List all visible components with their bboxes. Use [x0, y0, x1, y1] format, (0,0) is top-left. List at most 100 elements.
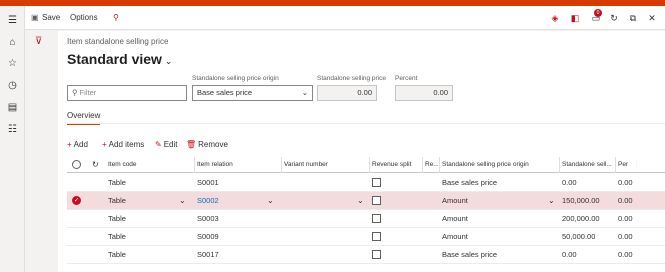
cell-item-relation[interactable]: S0003: [194, 210, 219, 227]
select-all-radio[interactable]: [72, 160, 81, 169]
search-icon: ⚲: [72, 88, 80, 97]
page-title: Standard view: [67, 51, 162, 67]
chevron-down-icon: ⌄: [301, 88, 308, 97]
filter-input[interactable]: ⚲ Filter: [67, 85, 187, 101]
workspaces-icon[interactable]: ▤: [7, 102, 18, 113]
table-row[interactable]: Table S0003 Amount 200,000.00 0.00: [67, 210, 665, 228]
cell-item-relation[interactable]: S0017: [194, 246, 219, 263]
breadcrumb: Item standalone selling price: [67, 37, 169, 46]
grid-header: ↻ Item code Item relation Variant number…: [67, 157, 665, 173]
open-new-window-icon[interactable]: ⧉: [628, 13, 638, 23]
cell-item-code[interactable]: Table: [105, 210, 126, 227]
col-origin[interactable]: Standalone selling price origin: [439, 157, 559, 172]
chevron-down-icon[interactable]: ⌄: [357, 192, 364, 210]
cell-percent[interactable]: 0.00: [615, 228, 633, 245]
cell-percent[interactable]: 0.00: [615, 246, 633, 263]
save-button[interactable]: Save: [42, 12, 60, 24]
percent-label: Percent: [395, 75, 418, 82]
revenue-split-checkbox[interactable]: [372, 178, 381, 187]
col-item-relation[interactable]: Item relation: [194, 157, 281, 172]
add-items-button[interactable]: + Add items: [102, 139, 144, 151]
revenue-split-checkbox[interactable]: [372, 196, 381, 205]
cell-variant[interactable]: [281, 210, 284, 227]
chevron-down-icon: ⌄: [164, 56, 173, 66]
table-row-selected[interactable]: ✓ Table ⌄ S0002 ⌄ ⌄ Amount ⌄ 150,000.00 …: [67, 192, 665, 210]
cell-item-code[interactable]: Table: [105, 174, 126, 191]
options-button[interactable]: Options: [70, 12, 98, 24]
notification-count: 0: [594, 9, 602, 17]
cell-item-relation[interactable]: S0009: [194, 228, 219, 245]
left-navigation: ☰ ⌂ ☆ ◷ ▤ ☷: [0, 6, 25, 272]
cell-item-code[interactable]: Table: [105, 228, 126, 245]
power-apps-icon[interactable]: ◈: [550, 13, 560, 23]
cell-origin[interactable]: Amount: [439, 228, 468, 245]
add-button[interactable]: + Add: [67, 139, 88, 151]
close-icon[interactable]: ✕: [647, 13, 657, 23]
cell-variant[interactable]: [281, 246, 284, 263]
revenue-split-checkbox[interactable]: [372, 250, 381, 259]
price-grid: ↻ Item code Item relation Variant number…: [67, 157, 665, 272]
action-pane: ▣ Save Options ⚲ ◈ ◧ 0 ▭ ↻ ⧉ ✕: [25, 6, 665, 30]
cell-percent[interactable]: 0.00: [615, 174, 633, 191]
home-icon[interactable]: ⌂: [7, 37, 18, 48]
cell-origin[interactable]: Amount: [439, 210, 468, 227]
cell-price[interactable]: 0.00: [559, 174, 577, 191]
cell-item-relation[interactable]: S0002: [194, 192, 219, 209]
cell-variant[interactable]: [281, 174, 284, 191]
col-item-code[interactable]: Item code: [105, 157, 193, 172]
plus-icon: +: [102, 140, 107, 149]
save-icon[interactable]: ▣: [31, 12, 39, 24]
plus-icon: +: [67, 140, 72, 149]
cell-item-code[interactable]: Table: [105, 246, 126, 263]
cell-percent[interactable]: 0.00: [615, 210, 633, 227]
filter-pane: ⊽: [26, 31, 54, 272]
search-icon[interactable]: ⚲: [113, 12, 119, 24]
table-row[interactable]: Table S0017 Base sales price 0.00 0.00: [67, 246, 665, 264]
pencil-icon: ✎: [155, 140, 162, 149]
cell-price[interactable]: 0.00: [559, 246, 577, 263]
hamburger-menu-icon[interactable]: ☰: [7, 15, 18, 26]
recent-clock-icon[interactable]: ◷: [7, 80, 18, 91]
col-variant-number[interactable]: Variant number: [281, 157, 368, 172]
cell-origin[interactable]: Base sales price: [439, 246, 497, 263]
tab-divider: [67, 123, 665, 124]
view-selector[interactable]: Standard view ⌄: [67, 51, 172, 67]
col-revenue-split[interactable]: Revenue split: [369, 157, 422, 172]
col-re[interactable]: Re...: [422, 157, 439, 172]
revenue-split-checkbox[interactable]: [372, 214, 381, 223]
filter-funnel-icon[interactable]: ⊽: [35, 36, 42, 47]
origin-select[interactable]: Base sales price ⌄: [192, 85, 313, 101]
favorites-star-icon[interactable]: ☆: [7, 58, 18, 69]
row-selected-check-icon[interactable]: ✓: [72, 196, 81, 205]
chevron-down-icon[interactable]: ⌄: [267, 192, 274, 210]
cell-percent[interactable]: 0.00: [615, 192, 633, 209]
main-content: Item standalone selling price Standard v…: [58, 31, 665, 272]
cell-origin[interactable]: Base sales price: [439, 174, 497, 191]
table-row[interactable]: Table S0001 Base sales price 0.00 0.00: [67, 174, 665, 192]
cell-variant[interactable]: [281, 228, 284, 245]
chevron-down-icon[interactable]: ⌄: [179, 192, 186, 210]
origin-label: Standalone selling price origin: [192, 75, 279, 82]
cell-price[interactable]: 200,000.00: [559, 210, 600, 227]
col-selling-price[interactable]: Standalone sell...: [559, 157, 615, 172]
refresh-icon[interactable]: ↻: [609, 13, 619, 23]
notification-badge-icon[interactable]: 0 ▭: [591, 9, 602, 23]
revenue-split-checkbox[interactable]: [372, 232, 381, 241]
more-vertical-icon[interactable]: ⋮: [631, 157, 637, 172]
cell-item-relation[interactable]: S0001: [194, 174, 219, 191]
trash-icon: 🗑: [186, 140, 197, 149]
office-icon[interactable]: ◧: [570, 13, 580, 23]
price-field[interactable]: 0.00: [317, 85, 377, 101]
chevron-down-icon[interactable]: ⌄: [548, 192, 555, 210]
cell-price[interactable]: 50,000.00: [559, 228, 595, 245]
edit-button[interactable]: ✎ Edit: [155, 139, 178, 151]
remove-button[interactable]: 🗑 Remove: [186, 139, 228, 151]
refresh-icon[interactable]: ↻: [89, 157, 103, 172]
cell-price[interactable]: 150,000.00: [559, 192, 600, 209]
cell-variant[interactable]: [281, 192, 284, 209]
table-row[interactable]: Table S0009 Amount 50,000.00 0.00: [67, 228, 665, 246]
cell-origin[interactable]: Amount: [439, 192, 468, 209]
cell-item-code[interactable]: Table: [105, 192, 126, 209]
percent-field[interactable]: 0.00: [395, 85, 453, 101]
modules-list-icon[interactable]: ☷: [7, 124, 18, 135]
